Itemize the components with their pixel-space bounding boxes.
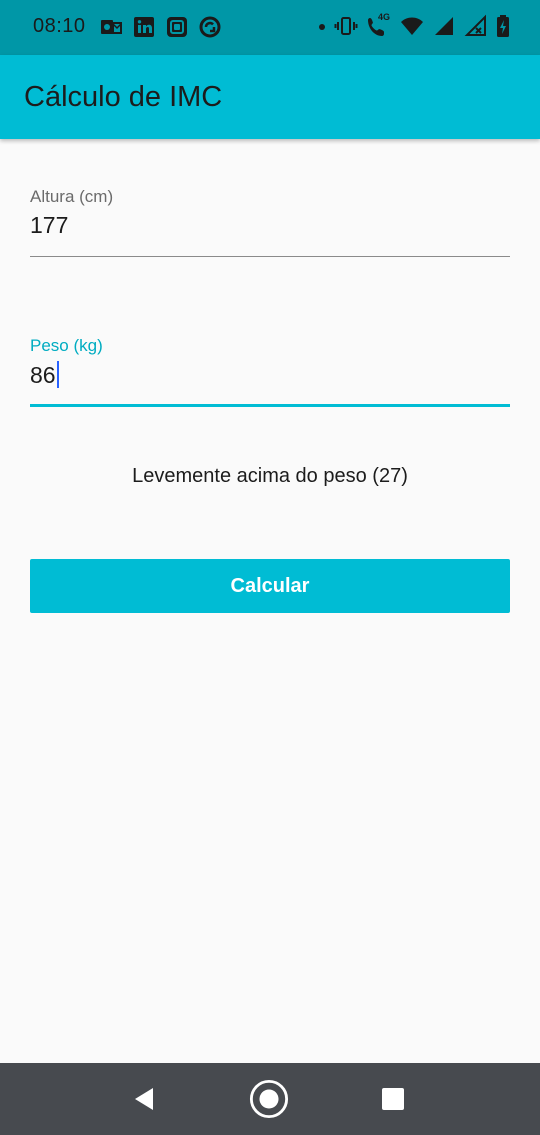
weight-field-underline <box>30 404 510 407</box>
system-icons: 4G <box>318 12 510 38</box>
app-title: Cálculo de IMC <box>24 81 223 113</box>
weight-input[interactable]: 86 <box>30 361 510 391</box>
back-button[interactable] <box>124 1079 164 1119</box>
height-input[interactable]: 177 <box>30 212 510 242</box>
notification-icons <box>99 15 222 39</box>
app-icon <box>167 17 187 37</box>
back-icon <box>135 1088 153 1110</box>
home-icon <box>249 1079 289 1119</box>
bmi-result-text: Levemente acima do peso (27) <box>132 465 408 487</box>
home-button[interactable] <box>249 1079 289 1119</box>
linkedin-icon <box>134 17 154 37</box>
calculate-button[interactable]: Calcular <box>30 559 510 613</box>
signal-icon <box>435 17 453 35</box>
status-time: 08:10 <box>33 15 86 37</box>
height-field-underline <box>30 256 510 257</box>
signal-x-icon <box>464 14 486 36</box>
vibrate-icon <box>334 17 358 35</box>
network-label: 4G <box>378 12 391 22</box>
app-bar: Cálculo de IMC <box>0 55 540 139</box>
battery-icon <box>497 15 509 37</box>
recents-icon <box>382 1088 404 1110</box>
weight-input-value: 86 <box>30 362 56 388</box>
height-field[interactable]: Altura (cm) 177 <box>30 187 510 259</box>
recents-button[interactable] <box>373 1079 413 1119</box>
wifi-call-icon: 4G <box>366 12 392 38</box>
wifi-icon <box>401 17 423 35</box>
outlook-icon <box>101 20 122 34</box>
dot-icon <box>319 24 325 30</box>
weight-field-label: Peso (kg) <box>30 336 103 355</box>
weight-field[interactable]: Peso (kg) 86 <box>30 336 510 408</box>
navigation-bar <box>0 1063 540 1135</box>
height-field-label: Altura (cm) <box>30 187 114 206</box>
status-bar: 08:10 4G <box>0 0 540 55</box>
sync-icon <box>199 16 221 38</box>
text-cursor <box>56 361 59 388</box>
